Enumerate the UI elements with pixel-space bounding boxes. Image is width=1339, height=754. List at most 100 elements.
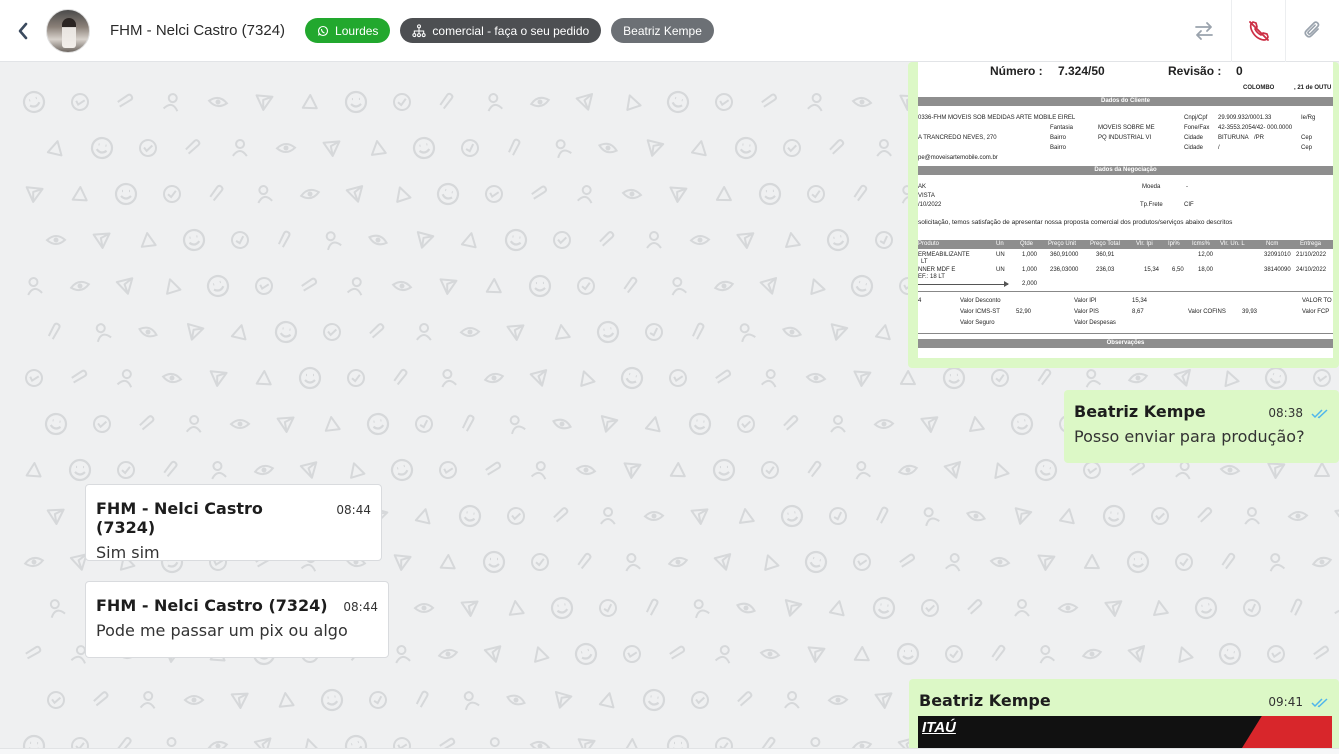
pattern-doodle (804, 550, 828, 574)
message-in[interactable]: FHM - Nelci Castro (7324) 08:44 Pode me … (85, 581, 389, 658)
doc-item-produto: NNER MDF E (918, 267, 956, 273)
pattern-doodle (232, 139, 248, 157)
pattern-doodle (416, 231, 435, 249)
doc-date: , 21 de OUTU (1294, 85, 1332, 91)
pattern-doodle (991, 644, 1006, 662)
pattern-doodle (395, 645, 411, 664)
pattern-doodle (807, 93, 823, 112)
end-call-button[interactable] (1231, 0, 1285, 62)
tag-label: Lourdes (335, 23, 379, 38)
pattern-doodle (761, 461, 779, 479)
avatar[interactable] (46, 8, 90, 53)
pattern-doodle (25, 645, 42, 660)
pattern-doodle (1014, 599, 1030, 617)
pattern-doodle (1221, 552, 1236, 570)
pattern-doodle (736, 602, 756, 614)
pattern-doodle (209, 370, 228, 387)
message-out[interactable]: Beatriz Kempe 08:38 Posso enviar para pr… (1064, 390, 1339, 463)
pattern-doodle (876, 139, 892, 157)
pattern-doodle (761, 93, 777, 108)
doc-uf: /PR (1254, 135, 1265, 141)
pattern-doodle (1267, 462, 1286, 479)
pattern-doodle (366, 412, 390, 436)
back-button[interactable] (0, 0, 46, 62)
contact-name[interactable]: FHM - Nelci Castro (7324) (110, 22, 285, 39)
pattern-doodle (853, 184, 868, 202)
pattern-doodle (27, 277, 43, 296)
transfer-button[interactable] (1177, 0, 1231, 62)
pattern-doodle (529, 96, 551, 108)
pattern-doodle (991, 369, 1009, 387)
pattern-doodle (393, 93, 411, 111)
doc-col-total: Preço Total (1090, 241, 1120, 247)
chevron-left-icon (18, 22, 28, 39)
pattern-doodle (504, 228, 528, 252)
doc-valor-desconto-label: Valor Desconto (960, 298, 1001, 304)
pattern-doodle (413, 603, 435, 613)
pattern-doodle (713, 280, 735, 292)
pattern-doodle (1127, 645, 1146, 663)
transfer-icon (1195, 22, 1213, 40)
pattern-doodle (1126, 550, 1150, 574)
doc-item-ipip: 6,50 (1172, 267, 1184, 273)
pattern-doodle (47, 691, 65, 709)
pattern-doodle (25, 462, 42, 478)
pattern-doodle (253, 737, 272, 748)
tag-connection[interactable]: Lourdes (305, 18, 391, 43)
pattern-doodle (346, 277, 363, 296)
bank-image[interactable]: ITAÚ (918, 716, 1332, 748)
attach-button[interactable] (1285, 0, 1339, 62)
tag-queue[interactable]: comercial - faça o seu pedido (400, 18, 602, 43)
doc-ie-label: Ie/Rg (1301, 115, 1316, 121)
pattern-doodle (1178, 646, 1194, 663)
message-text: Pode me passar um pix ou algo (96, 621, 348, 640)
pattern-doodle (1334, 609, 1339, 619)
double-check-icon (1311, 698, 1328, 708)
pattern-doodle (666, 90, 690, 114)
pattern-doodle (872, 596, 896, 620)
pattern-doodle (737, 415, 755, 433)
pattern-doodle (598, 692, 615, 709)
doc-item-produto2: EF.: 18 LT (918, 274, 945, 280)
message-text: Posso enviar para produção? (1074, 427, 1305, 446)
pattern-doodle (1197, 507, 1213, 523)
pattern-doodle (229, 419, 251, 429)
pattern-doodle (758, 182, 782, 206)
doc-item-ncm: 32091010 (1264, 252, 1291, 258)
doc-col-ipip: Ipi% (1168, 241, 1180, 247)
message-in[interactable]: FHM - Nelci Castro (7324) 08:44 Sim sim (85, 484, 382, 562)
pattern-doodle (989, 557, 1011, 567)
pattern-doodle (897, 464, 919, 476)
pattern-doodle (460, 232, 477, 249)
doc-col-unit: Preço Unit (1048, 241, 1077, 247)
document-image[interactable]: Número : 7.324/50 Revisão : 0 COLOMBO , … (918, 62, 1333, 358)
pattern-doodle (529, 740, 551, 748)
pattern-doodle (345, 185, 364, 203)
pattern-doodle (531, 553, 549, 571)
pattern-doodle (577, 552, 592, 570)
pattern-doodle (507, 507, 525, 525)
doc-valor-icmsst-label: Valor ICMS-ST (960, 309, 1000, 315)
pattern-doodle (736, 232, 755, 249)
pattern-doodle (1224, 370, 1240, 388)
pattern-doodle (68, 458, 92, 482)
pattern-doodle (965, 510, 987, 522)
chat-header: FHM - Nelci Castro (7324) Lourdes comerc… (0, 0, 1339, 62)
pattern-doodle (117, 93, 134, 108)
doc-item-total: 236,03 (1096, 267, 1115, 273)
pattern-doodle (943, 461, 962, 479)
pattern-doodle (93, 691, 109, 707)
pattern-doodle (599, 231, 615, 247)
pattern-doodle (485, 278, 502, 294)
tag-agent[interactable]: Beatriz Kempe (611, 18, 714, 43)
doc-col-produto: Produto (918, 241, 940, 247)
doc-valor-cofins: 39,93 (1242, 309, 1258, 315)
pattern-doodle (299, 461, 318, 479)
pattern-doodle (600, 415, 619, 433)
pattern-doodle (324, 416, 341, 432)
doc-frete: CIF (1184, 202, 1194, 208)
pattern-doodle (690, 508, 709, 525)
pattern-doodle (667, 556, 689, 568)
pattern-doodle (666, 734, 690, 748)
pattern-doodle (163, 185, 181, 203)
